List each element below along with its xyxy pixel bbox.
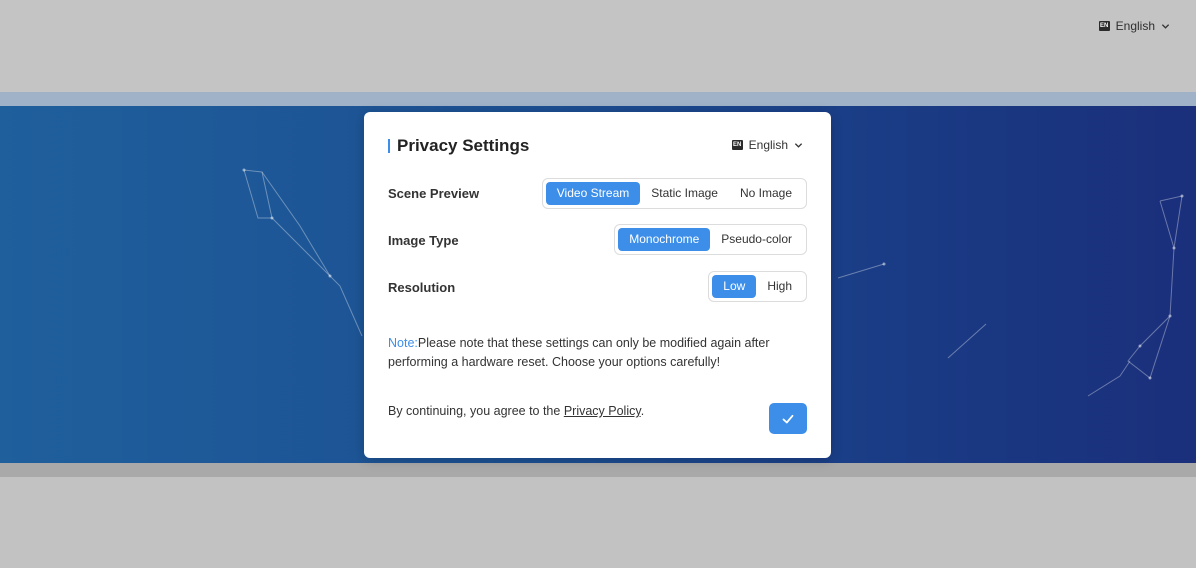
top-language-selector[interactable]: EN English (1098, 19, 1170, 33)
dialog-title-text: Privacy Settings (397, 136, 530, 155)
chevron-down-icon (1161, 23, 1170, 29)
scene-preview-selector: Video Stream Static Image No Image (541, 178, 807, 209)
chevron-down-icon (794, 142, 803, 148)
dialog-language-label: English (748, 138, 788, 152)
privacy-policy-link[interactable]: Privacy Policy (564, 404, 641, 418)
option-video-stream[interactable]: Video Stream (545, 182, 641, 205)
option-static-image[interactable]: Static Image (640, 182, 729, 205)
background-stripe (0, 463, 1196, 477)
background-top (0, 0, 1196, 106)
option-pseudo-color[interactable]: Pseudo-color (710, 228, 803, 251)
background-bottom (0, 463, 1196, 568)
confirm-button[interactable] (769, 403, 807, 434)
scene-preview-label: Scene Preview (388, 186, 480, 201)
option-low[interactable]: Low (712, 275, 757, 298)
image-type-label: Image Type (388, 233, 459, 248)
option-high[interactable]: High (756, 275, 803, 298)
option-no-image[interactable]: No Image (729, 182, 803, 205)
reset-note: Note:Please note that these settings can… (388, 334, 808, 372)
privacy-settings-dialog: Privacy Settings EN English Scene Previe… (364, 112, 831, 458)
dialog-title: Privacy Settings (388, 136, 529, 156)
agreement-suffix: . (640, 404, 645, 418)
language-icon: EN (731, 140, 743, 150)
top-language-label: English (1115, 19, 1155, 33)
dialog-language-selector[interactable]: EN English (731, 138, 803, 152)
note-prefix: Note: (388, 336, 418, 350)
agreement-prefix: By continuing, you agree to the (388, 404, 564, 418)
resolution-selector: Low High (708, 271, 807, 302)
agreement-text: By continuing, you agree to the Privacy … (388, 404, 644, 418)
note-text: Please note that these settings can only… (388, 336, 770, 369)
resolution-label: Resolution (388, 280, 456, 295)
language-icon: EN (1098, 21, 1110, 31)
image-type-selector: Monochrome Pseudo-color (614, 224, 807, 255)
background-stripe (0, 92, 1196, 106)
option-monochrome[interactable]: Monochrome (618, 228, 711, 251)
check-icon (782, 414, 794, 423)
title-accent-bar (388, 139, 390, 153)
